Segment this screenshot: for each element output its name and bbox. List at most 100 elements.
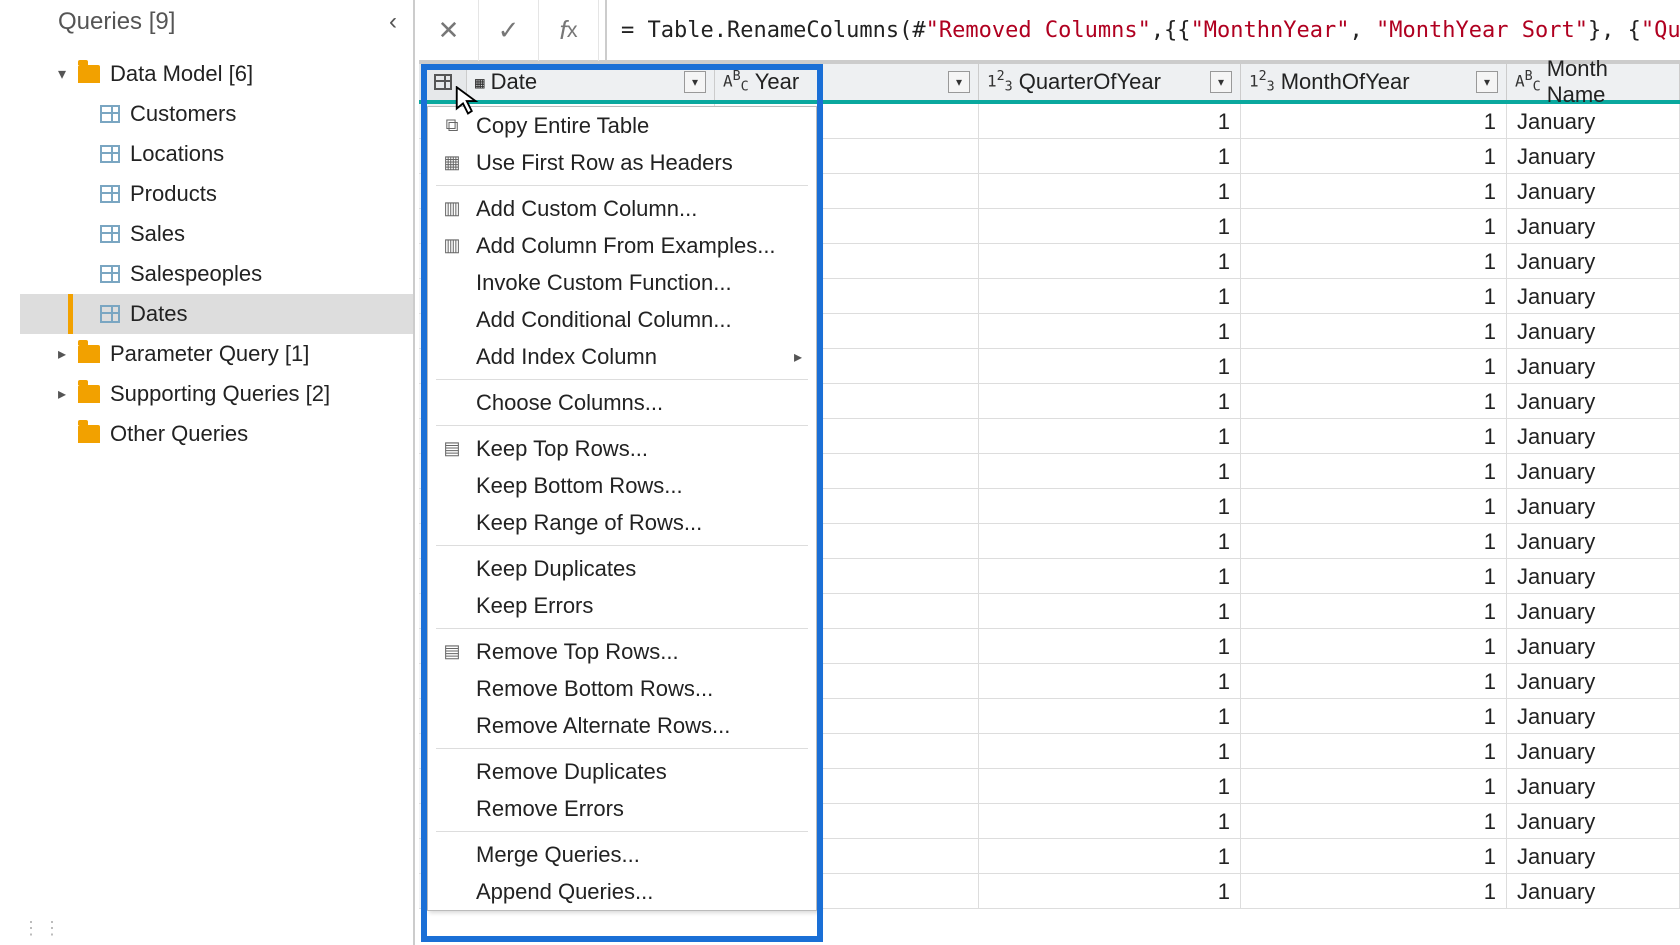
menu-item[interactable]: Append Queries... — [428, 873, 816, 910]
group-supporting-queries[interactable]: ▸ Supporting Queries [2] — [20, 374, 413, 414]
menu-item-label: Remove Duplicates — [466, 759, 802, 785]
menu-item-label: Keep Top Rows... — [466, 436, 802, 462]
cell-quarter: 1 — [979, 104, 1241, 138]
cell-month: 1 — [1241, 489, 1507, 523]
table-icon: ▦ — [438, 152, 466, 173]
column-header-month[interactable]: 123 MonthOfYear ▾ — [1241, 64, 1507, 100]
menu-item[interactable]: Remove Duplicates — [428, 753, 816, 790]
cell-month: 1 — [1241, 209, 1507, 243]
query-locations[interactable]: Locations — [20, 134, 413, 174]
cell-quarter: 1 — [979, 209, 1241, 243]
menu-item[interactable]: Keep Range of Rows... — [428, 504, 816, 541]
column-header-year[interactable]: ABC Year ▾ — [715, 64, 979, 100]
menu-separator — [436, 425, 808, 426]
menu-item[interactable]: Choose Columns... — [428, 384, 816, 421]
column-header-month-name[interactable]: ABC Month Name — [1507, 64, 1680, 100]
submenu-arrow-icon: ▸ — [794, 347, 802, 367]
query-label: Dates — [130, 301, 187, 327]
cancel-formula-button[interactable]: ✕ — [419, 0, 479, 61]
menu-separator — [436, 379, 808, 380]
menu-item-label: Remove Bottom Rows... — [466, 676, 802, 702]
cell-month-name: January — [1507, 664, 1680, 698]
filter-dropdown-button[interactable]: ▾ — [948, 71, 970, 93]
folder-icon — [78, 65, 100, 83]
col2-icon: ▥ — [438, 235, 466, 256]
menu-item[interactable]: Add Index Column▸ — [428, 338, 816, 375]
group-label: Parameter Query [1] — [110, 341, 309, 367]
cell-month: 1 — [1241, 314, 1507, 348]
column-headers: ▦ Date ▾ ABC Year ▾ 123 QuarterOfYear ▾ … — [419, 62, 1680, 104]
formula-input[interactable]: = Table.RenameColumns(#"Removed Columns"… — [605, 0, 1680, 60]
queries-title: Queries [9] — [58, 8, 175, 36]
int-type-icon: 123 — [1249, 69, 1275, 95]
query-sales[interactable]: Sales — [20, 214, 413, 254]
table-context-menu: ⧉Copy Entire Table▦Use First Row as Head… — [427, 106, 819, 911]
cell-month-name: January — [1507, 874, 1680, 908]
menu-item-label: Keep Bottom Rows... — [466, 473, 802, 499]
menu-item[interactable]: Remove Bottom Rows... — [428, 670, 816, 707]
menu-item[interactable]: Keep Bottom Rows... — [428, 467, 816, 504]
cell-month: 1 — [1241, 839, 1507, 873]
menu-item-label: Invoke Custom Function... — [466, 270, 802, 296]
keep-icon: ▤ — [438, 438, 466, 459]
accept-formula-button[interactable]: ✓ — [479, 0, 539, 61]
query-customers[interactable]: Customers — [20, 94, 413, 134]
cell-month: 1 — [1241, 804, 1507, 838]
menu-separator — [436, 831, 808, 832]
cell-quarter: 1 — [979, 419, 1241, 453]
group-parameter-query[interactable]: ▸ Parameter Query [1] — [20, 334, 413, 374]
column-header-date[interactable]: ▦ Date ▾ — [467, 64, 715, 100]
menu-item-label: Add Column From Examples... — [466, 233, 802, 259]
menu-item[interactable]: ▤Keep Top Rows... — [428, 430, 816, 467]
menu-separator — [436, 748, 808, 749]
query-dates[interactable]: Dates — [20, 294, 413, 334]
table-menu-button[interactable] — [419, 64, 467, 100]
menu-item-label: Remove Top Rows... — [466, 639, 802, 665]
menu-item[interactable]: Invoke Custom Function... — [428, 264, 816, 301]
filter-dropdown-button[interactable]: ▾ — [1476, 71, 1498, 93]
menu-item[interactable]: Add Conditional Column... — [428, 301, 816, 338]
collapse-panel-button[interactable]: ‹ — [389, 8, 403, 36]
menu-separator — [436, 545, 808, 546]
group-other-queries[interactable]: Other Queries — [20, 414, 413, 454]
menu-item[interactable]: Keep Errors — [428, 587, 816, 624]
menu-item-label: Add Custom Column... — [466, 196, 802, 222]
menu-item[interactable]: ▥Add Custom Column... — [428, 190, 816, 227]
column-name: Month Name — [1547, 56, 1671, 108]
group-data-model[interactable]: ▾ Data Model [6] — [20, 54, 413, 94]
cell-quarter: 1 — [979, 244, 1241, 278]
query-salespeoples[interactable]: Salespeoples — [20, 254, 413, 294]
menu-item[interactable]: ▤Remove Top Rows... — [428, 633, 816, 670]
cell-quarter: 1 — [979, 594, 1241, 628]
resize-grip-icon[interactable]: ⋮⋮ — [22, 918, 64, 939]
menu-item[interactable]: ▥Add Column From Examples... — [428, 227, 816, 264]
cell-quarter: 1 — [979, 734, 1241, 768]
cell-month: 1 — [1241, 104, 1507, 138]
cell-month-name: January — [1507, 244, 1680, 278]
filter-dropdown-button[interactable]: ▾ — [684, 71, 706, 93]
filter-dropdown-button[interactable]: ▾ — [1210, 71, 1232, 93]
menu-item[interactable]: ⧉Copy Entire Table — [428, 107, 816, 144]
query-products[interactable]: Products — [20, 174, 413, 214]
column-header-quarter[interactable]: 123 QuarterOfYear ▾ — [979, 64, 1241, 100]
menu-item[interactable]: Merge Queries... — [428, 836, 816, 873]
menu-item-label: Append Queries... — [466, 879, 802, 905]
cell-month: 1 — [1241, 384, 1507, 418]
menu-separator — [436, 628, 808, 629]
cell-month-name: January — [1507, 559, 1680, 593]
menu-item[interactable]: ▦Use First Row as Headers — [428, 144, 816, 181]
cell-month-name: January — [1507, 279, 1680, 313]
query-label: Salespeoples — [130, 261, 262, 287]
cell-month: 1 — [1241, 454, 1507, 488]
cell-month-name: January — [1507, 524, 1680, 558]
queries-tree: ▾ Data Model [6] Customers Locations Pro… — [20, 44, 413, 454]
fx-button[interactable]: fx — [539, 0, 599, 61]
cell-month: 1 — [1241, 629, 1507, 663]
menu-item[interactable]: Keep Duplicates — [428, 550, 816, 587]
cell-month-name: January — [1507, 314, 1680, 348]
group-label: Data Model [6] — [110, 61, 253, 87]
menu-item-label: Merge Queries... — [466, 842, 802, 868]
menu-item[interactable]: Remove Alternate Rows... — [428, 707, 816, 744]
cell-month: 1 — [1241, 664, 1507, 698]
menu-item[interactable]: Remove Errors — [428, 790, 816, 827]
